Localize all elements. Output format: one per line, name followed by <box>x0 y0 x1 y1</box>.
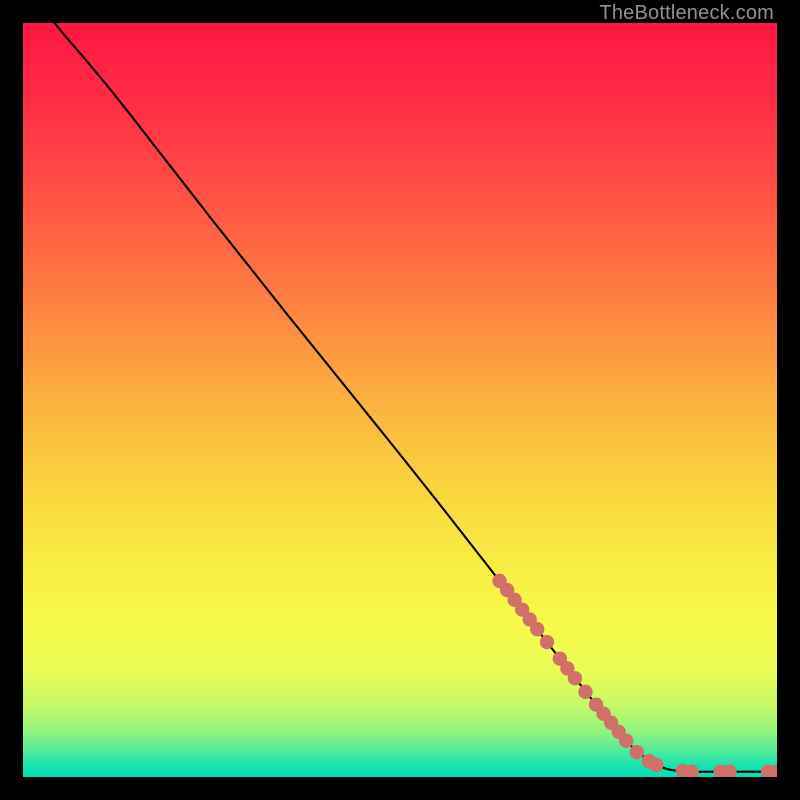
data-marker <box>630 745 644 759</box>
data-marker <box>540 635 554 649</box>
plot-area <box>23 23 777 777</box>
watermark-text: TheBottleneck.com <box>599 2 774 25</box>
data-marker <box>530 622 544 636</box>
data-marker <box>619 734 633 748</box>
chart-stage: TheBottleneck.com <box>0 0 800 800</box>
data-marker <box>649 758 663 772</box>
data-marker <box>578 685 592 699</box>
data-marker <box>568 671 582 685</box>
marker-layer <box>23 23 777 777</box>
